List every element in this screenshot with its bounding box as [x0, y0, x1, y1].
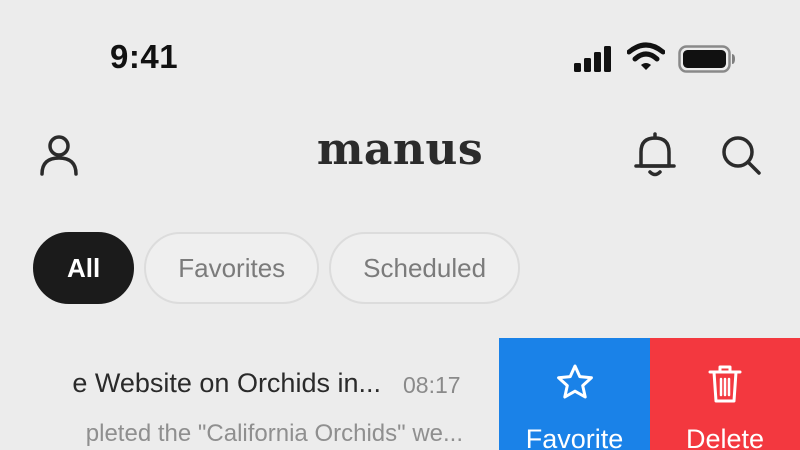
app-header: manus: [0, 110, 800, 200]
task-row[interactable]: e Website on Orchids in... 08:17 pleted …: [0, 338, 800, 450]
bell-icon: [634, 131, 676, 183]
filter-tab-all[interactable]: All: [33, 232, 135, 304]
status-time: 9:41: [110, 38, 179, 75]
favorite-swipe-button[interactable]: Favorite: [499, 338, 650, 450]
task-preview: pleted the "California Orchids" we...: [85, 420, 463, 447]
delete-label: Delete: [685, 424, 765, 450]
star-icon: [499, 364, 650, 400]
task-content[interactable]: e Website on Orchids in... 08:17 pleted …: [0, 338, 499, 450]
task-title: e Website on Orchids in...: [72, 368, 381, 398]
notifications-button[interactable]: [628, 130, 682, 184]
wifi-icon: [626, 42, 666, 77]
filter-tab-favorites[interactable]: Favorites: [144, 232, 320, 304]
delete-swipe-button[interactable]: Delete: [650, 338, 800, 450]
task-time: 08:17: [403, 372, 461, 398]
status-bar: 9:41: [0, 0, 800, 110]
trash-icon: [650, 364, 800, 404]
cellular-signal-icon: [574, 46, 614, 77]
search-button[interactable]: [714, 130, 768, 184]
filter-tabs: All Favorites Scheduled: [33, 232, 521, 304]
favorite-label: Favorite: [525, 424, 624, 450]
search-icon: [720, 134, 762, 181]
filter-tab-scheduled[interactable]: Scheduled: [329, 232, 521, 304]
battery-icon: [678, 45, 736, 78]
